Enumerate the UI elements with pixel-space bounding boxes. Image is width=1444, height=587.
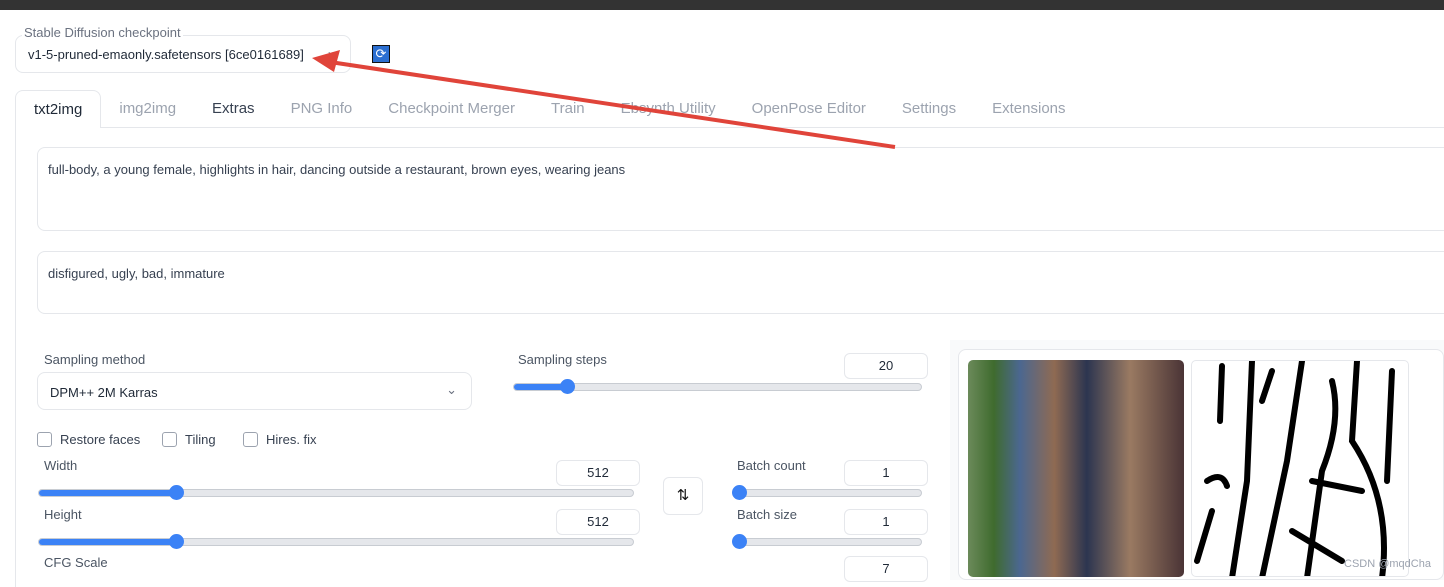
- slider-fill: [514, 384, 567, 390]
- controlnet-edge-map-image[interactable]: [1191, 360, 1409, 577]
- main-tabs: txt2img img2img Extras PNG Info Checkpoi…: [15, 90, 1084, 128]
- generated-image[interactable]: [968, 360, 1184, 577]
- slider-fill: [39, 539, 176, 545]
- batch-count-label: Batch count: [737, 458, 806, 473]
- checkbox-box[interactable]: [162, 432, 177, 447]
- sampling-method-dropdown[interactable]: DPM++ 2M Karras ⌄: [37, 372, 472, 410]
- edge-map-drawing: [1194, 361, 1395, 576]
- height-input[interactable]: 512: [556, 509, 640, 535]
- swap-dimensions-button[interactable]: ⇅: [663, 477, 703, 515]
- height-label: Height: [44, 507, 82, 522]
- tab-extras[interactable]: Extras: [194, 90, 273, 128]
- checkbox-label: Tiling: [185, 432, 216, 447]
- swap-vertical-icon: ⇅: [676, 487, 690, 504]
- tab-train[interactable]: Train: [533, 90, 603, 128]
- cfg-scale-input[interactable]: 7: [844, 556, 928, 582]
- batch-size-slider[interactable]: [732, 534, 922, 549]
- sampling-method-value: DPM++ 2M Karras: [50, 385, 158, 400]
- chevron-down-icon: ⌄: [326, 44, 337, 58]
- sampling-method-label: Sampling method: [44, 352, 146, 367]
- width-label: Width: [44, 458, 78, 473]
- batch-count-slider[interactable]: [732, 485, 922, 500]
- slider-thumb[interactable]: [732, 534, 747, 549]
- slider-thumb[interactable]: [168, 485, 184, 500]
- slider-thumb[interactable]: [559, 379, 575, 394]
- panel-border: [15, 127, 16, 587]
- window-top-bar: [0, 0, 1444, 10]
- slider-thumb[interactable]: [732, 485, 747, 500]
- height-slider[interactable]: [38, 534, 634, 549]
- width-input[interactable]: 512: [556, 460, 640, 486]
- tab-png-info[interactable]: PNG Info: [273, 90, 371, 128]
- tab-extensions[interactable]: Extensions: [974, 90, 1083, 128]
- cfg-scale-label: CFG Scale: [44, 555, 108, 570]
- tab-img2img[interactable]: img2img: [101, 90, 194, 128]
- tab-openpose-editor[interactable]: OpenPose Editor: [734, 90, 884, 128]
- tab-settings[interactable]: Settings: [884, 90, 974, 128]
- sampling-steps-slider[interactable]: [513, 379, 922, 394]
- refresh-icon[interactable]: ⟳: [372, 45, 390, 63]
- checkbox-label: Hires. fix: [266, 432, 317, 447]
- restore-faces-checkbox[interactable]: Restore faces: [37, 432, 140, 447]
- hires-fix-checkbox[interactable]: Hires. fix: [243, 432, 317, 447]
- tab-checkpoint-merger[interactable]: Checkpoint Merger: [370, 90, 533, 128]
- batch-size-input[interactable]: 1: [844, 509, 928, 535]
- width-slider[interactable]: [38, 485, 634, 500]
- checkpoint-value: v1-5-pruned-emaonly.safetensors [6ce0161…: [28, 47, 304, 62]
- tab-ebsynth-utility[interactable]: Ebsynth Utility: [603, 90, 734, 128]
- tab-divider: [100, 127, 1444, 128]
- checkbox-box[interactable]: [37, 432, 52, 447]
- slider-fill: [39, 490, 176, 496]
- checkbox-box[interactable]: [243, 432, 258, 447]
- sampling-steps-input[interactable]: 20: [844, 353, 928, 379]
- negative-prompt-input[interactable]: disfigured, ugly, bad, immature: [37, 251, 1444, 314]
- slider-thumb[interactable]: [168, 534, 184, 549]
- watermark: CSDN @mqdCha: [1344, 558, 1431, 570]
- batch-count-input[interactable]: 1: [844, 460, 928, 486]
- batch-size-label: Batch size: [737, 507, 797, 522]
- chevron-down-icon: ⌄: [446, 382, 457, 397]
- tiling-checkbox[interactable]: Tiling: [162, 432, 216, 447]
- sampling-steps-label: Sampling steps: [518, 352, 607, 367]
- prompt-input[interactable]: full-body, a young female, highlights in…: [37, 147, 1444, 231]
- tab-txt2img[interactable]: txt2img: [15, 90, 102, 128]
- checkpoint-label: Stable Diffusion checkpoint: [22, 25, 183, 40]
- checkbox-label: Restore faces: [60, 432, 141, 447]
